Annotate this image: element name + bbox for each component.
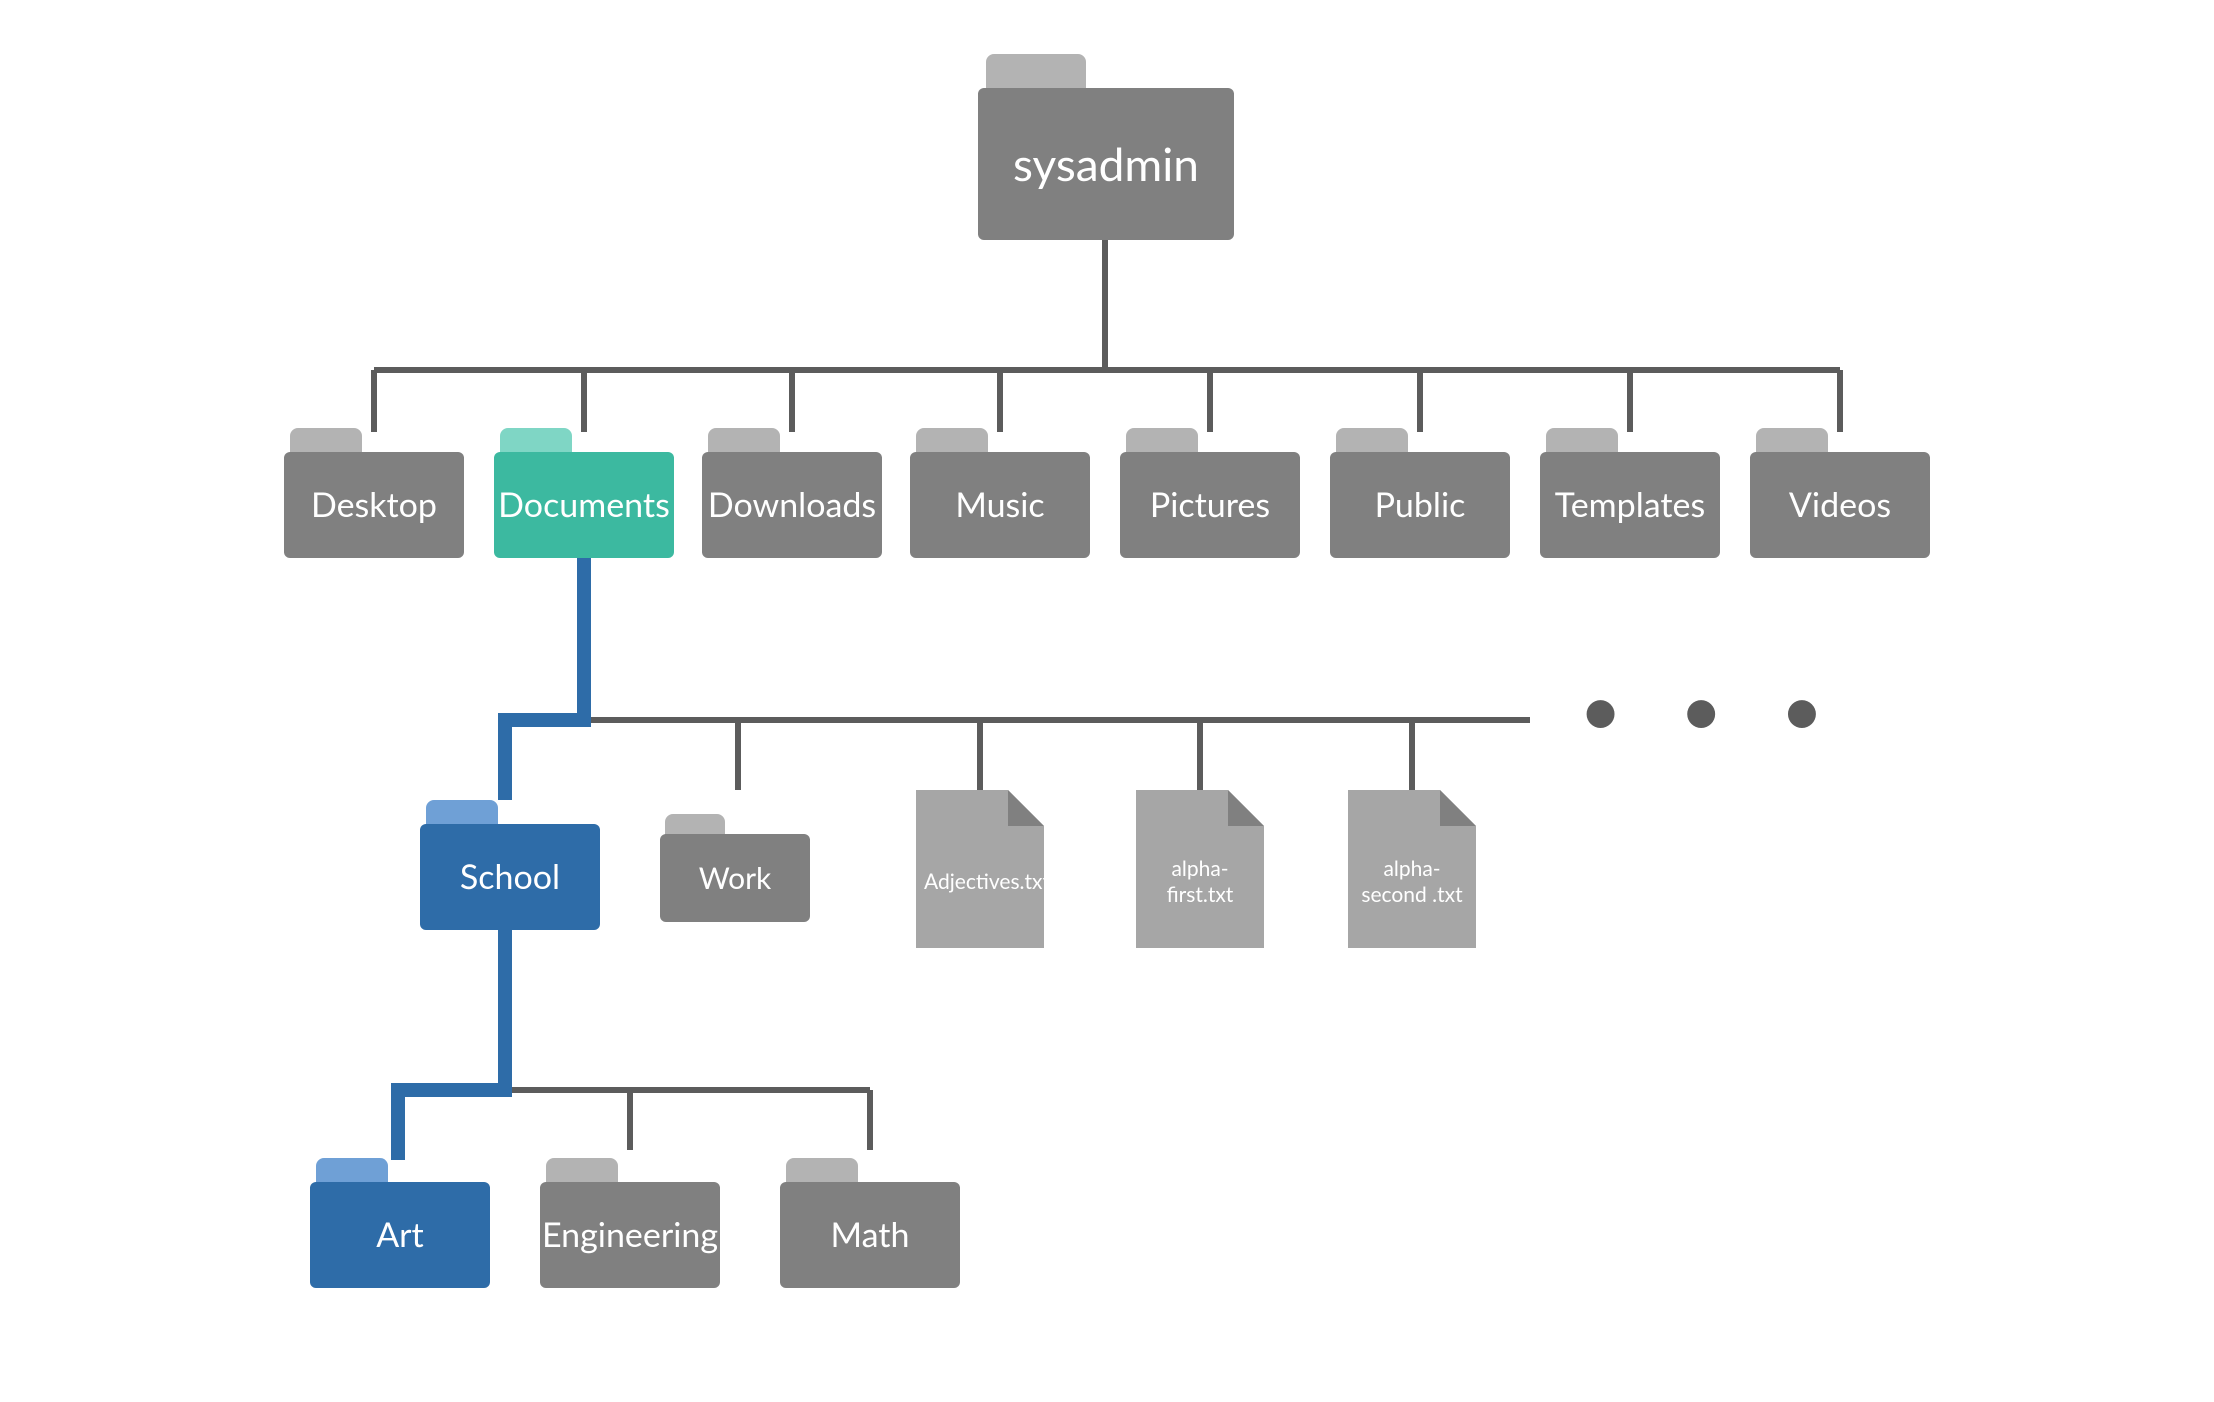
folder-label: Documents bbox=[498, 486, 670, 523]
file-label: alpha-second .txt bbox=[1348, 855, 1476, 908]
file-label: Adjectives.txt bbox=[916, 869, 1044, 895]
folder-icon: Public bbox=[1330, 428, 1510, 558]
node-desktop: Desktop bbox=[284, 428, 464, 558]
folder-label: Engineering bbox=[542, 1216, 718, 1253]
node-art: Art bbox=[310, 1158, 490, 1288]
folder-icon: Templates bbox=[1540, 428, 1720, 558]
folder-label: Pictures bbox=[1150, 486, 1270, 523]
node-downloads: Downloads bbox=[702, 428, 882, 558]
folder-label: Work bbox=[699, 862, 772, 895]
folder-label: Music bbox=[955, 486, 1044, 523]
file-icon: Adjectives.txt bbox=[916, 790, 1044, 948]
folder-icon: Documents bbox=[494, 428, 674, 558]
folder-icon: Videos bbox=[1750, 428, 1930, 558]
node-alpha-first-txt: alpha-first.txt bbox=[1136, 790, 1264, 948]
node-engineering: Engineering bbox=[540, 1158, 720, 1288]
folder-icon: Desktop bbox=[284, 428, 464, 558]
node-public: Public bbox=[1330, 428, 1510, 558]
node-adjectives-txt: Adjectives.txt bbox=[916, 790, 1044, 948]
node-videos: Videos bbox=[1750, 428, 1930, 558]
folder-label: Videos bbox=[1789, 486, 1891, 523]
node-school: School bbox=[420, 800, 600, 930]
node-sysadmin: sysadmin bbox=[978, 54, 1234, 240]
folder-label: Public bbox=[1375, 486, 1466, 523]
folder-label: sysadmin bbox=[1013, 139, 1199, 190]
folder-icon: Music bbox=[910, 428, 1090, 558]
file-label: alpha-first.txt bbox=[1136, 855, 1264, 908]
folder-label: Math bbox=[831, 1216, 910, 1253]
folder-icon: School bbox=[420, 800, 600, 930]
folder-label: Templates bbox=[1555, 486, 1705, 523]
folder-icon: Work bbox=[660, 814, 810, 922]
folder-label: Art bbox=[376, 1216, 424, 1253]
node-pictures: Pictures bbox=[1120, 428, 1300, 558]
folder-icon: Math bbox=[780, 1158, 960, 1288]
node-documents: Documents bbox=[494, 428, 674, 558]
filesystem-tree-diagram: sysadmin Desktop Documents Downloads Mus… bbox=[0, 0, 2214, 1402]
node-alpha-second-txt: alpha-second .txt bbox=[1348, 790, 1476, 948]
node-templates: Templates bbox=[1540, 428, 1720, 558]
file-icon: alpha-second .txt bbox=[1348, 790, 1476, 948]
ellipsis-icon: • • • bbox=[1582, 670, 1844, 747]
node-music: Music bbox=[910, 428, 1090, 558]
folder-label: Downloads bbox=[708, 486, 876, 523]
folder-icon: Pictures bbox=[1120, 428, 1300, 558]
node-math: Math bbox=[780, 1158, 960, 1288]
folder-icon: Engineering bbox=[540, 1158, 720, 1288]
node-work: Work bbox=[660, 814, 810, 922]
file-icon: alpha-first.txt bbox=[1136, 790, 1264, 948]
folder-icon: Art bbox=[310, 1158, 490, 1288]
folder-label: School bbox=[460, 858, 560, 895]
folder-icon: Downloads bbox=[702, 428, 882, 558]
folder-label: Desktop bbox=[311, 486, 437, 523]
folder-icon: sysadmin bbox=[978, 54, 1234, 240]
